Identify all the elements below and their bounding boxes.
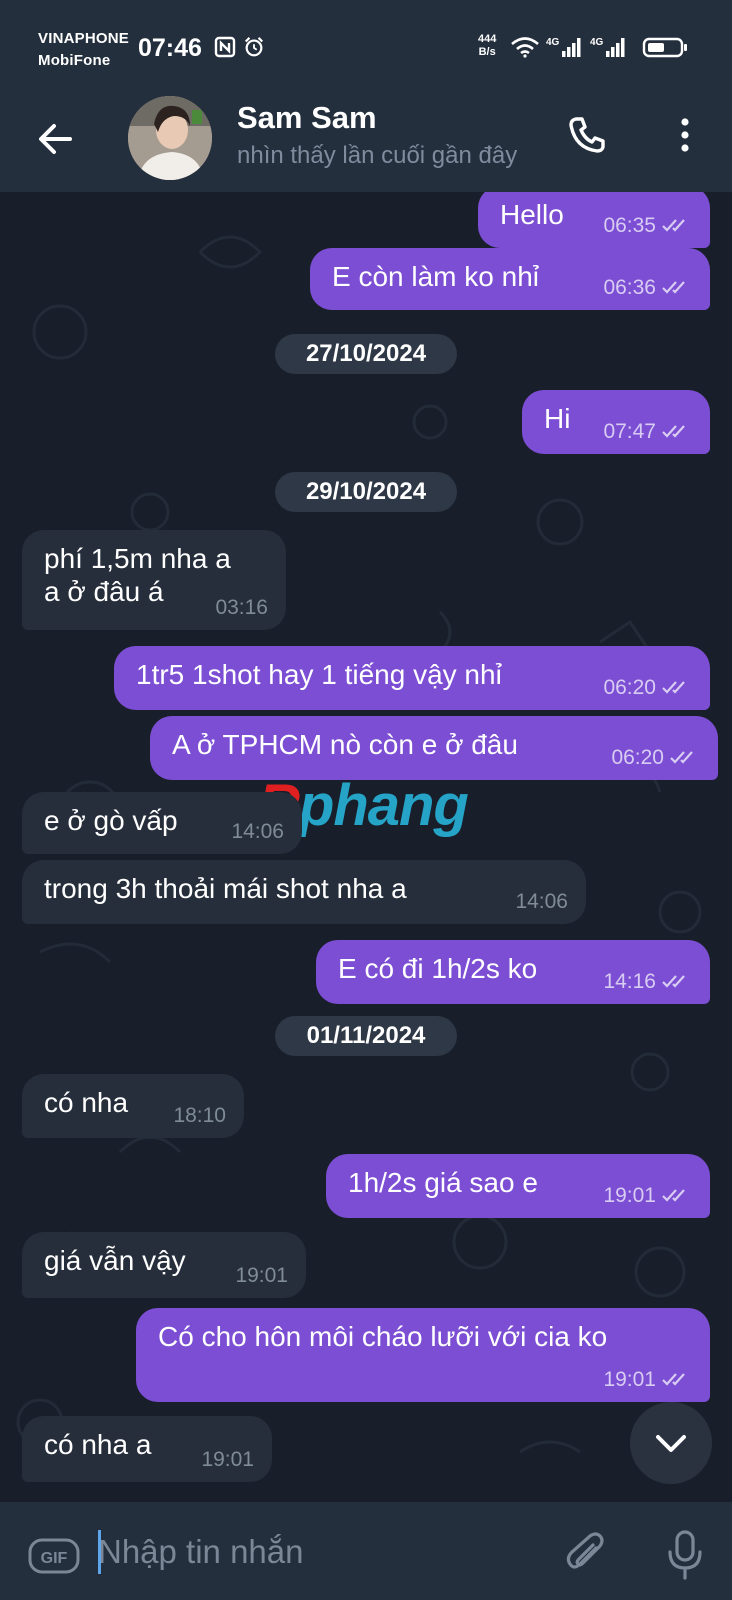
message-text: phí 1,5m nha a [44, 543, 231, 574]
incoming-message[interactable]: trong 3h thoải mái shot nha a 14:06 [22, 860, 586, 924]
message-time: 07:47 [603, 420, 656, 443]
message-text-line-2: a ở đâu á [44, 576, 164, 607]
message-list[interactable]: Hello 06:35 E còn làm ko nhỉ 06:36 27/10… [0, 192, 732, 1502]
message-time: 06:20 [611, 746, 664, 769]
phone-icon[interactable] [562, 110, 612, 160]
message-time: 06:35 [603, 214, 656, 237]
double-check-icon [662, 975, 685, 988]
message-time: 14:16 [603, 970, 656, 993]
double-check-icon [662, 219, 685, 232]
wifi-icon [511, 37, 539, 58]
double-check-icon [662, 425, 685, 438]
message-meta: 19:01 [603, 1368, 692, 1392]
back-arrow-icon[interactable] [30, 114, 80, 164]
message-meta: 06:36 [603, 276, 692, 300]
signal-4g-icon: 4G [590, 37, 625, 57]
outgoing-message[interactable]: Hello 06:35 [478, 192, 710, 248]
outgoing-message[interactable]: 1tr5 1shot hay 1 tiếng vậy nhỉ 06:20 [114, 646, 710, 710]
message-time: 19:01 [603, 1368, 656, 1391]
contact-last-seen: nhìn thấy lần cuối gần đây [237, 142, 518, 169]
avatar[interactable] [128, 96, 212, 180]
incoming-message[interactable]: có nha a 19:01 [22, 1416, 272, 1482]
message-meta: 06:20 [603, 676, 692, 700]
message-text: có nha a [44, 1429, 152, 1460]
message-text: trong 3h thoải mái shot nha a [44, 873, 407, 904]
message-text: có nha [44, 1087, 129, 1118]
message-meta: 07:47 [603, 420, 692, 444]
message-input[interactable] [98, 1522, 538, 1582]
double-check-icon [662, 1189, 685, 1202]
incoming-message[interactable]: e ở gò vấp 14:06 [22, 792, 302, 854]
message-text: E có đi 1h/2s ko [338, 953, 538, 984]
network-speed: 444 B/s [478, 33, 496, 59]
message-time: 19:01 [201, 1448, 254, 1471]
status-bar: VINAPHONE MobiFone 07:46 444 B/s 4G 4G [0, 0, 732, 92]
message-text: Hello [500, 199, 564, 230]
message-text: 1tr5 1shot hay 1 tiếng vậy nhỉ [136, 659, 502, 690]
microphone-icon[interactable] [660, 1528, 710, 1582]
gif-button[interactable]: GIF [28, 1536, 82, 1576]
message-composer: GIF [0, 1502, 732, 1600]
message-text: Hi [544, 403, 571, 434]
message-time: 19:01 [235, 1264, 288, 1287]
message-text: A ở TPHCM nò còn e ở đâu [172, 729, 518, 760]
message-meta: 06:35 [603, 214, 692, 238]
svg-text:4G: 4G [590, 37, 604, 48]
battery-icon [642, 37, 687, 58]
message-time: 06:20 [603, 676, 656, 699]
message-time: 19:01 [603, 1184, 656, 1207]
date-separator: 01/11/2024 [275, 1016, 457, 1056]
carrier-name-2: MobiFone [38, 52, 111, 69]
message-time: 06:36 [603, 276, 656, 299]
message-meta: 14:16 [603, 970, 692, 994]
message-time: 03:16 [215, 596, 268, 619]
more-vertical-icon[interactable] [660, 110, 710, 160]
incoming-message[interactable]: giá vẫn vậy 19:01 [22, 1232, 306, 1298]
chat-header: Sam Sam nhìn thấy lần cuối gần đây [0, 92, 732, 192]
nfc-icon [214, 36, 236, 58]
date-separator: 29/10/2024 [275, 472, 457, 512]
text-cursor [98, 1530, 101, 1574]
outgoing-message[interactable]: A ở TPHCM nò còn e ở đâu 06:20 [150, 716, 718, 780]
date-separator: 27/10/2024 [275, 334, 457, 374]
incoming-message[interactable]: phí 1,5m nha a a ở đâu á 03:16 [22, 530, 286, 630]
double-check-icon [662, 1373, 685, 1386]
message-meta: 06:20 [611, 746, 700, 770]
outgoing-message[interactable]: 1h/2s giá sao e 19:01 [326, 1154, 710, 1218]
message-time: 18:10 [173, 1104, 226, 1127]
network-speed-value: 444 [478, 33, 497, 45]
message-meta: 19:01 [603, 1184, 692, 1208]
message-text: Có cho hôn môi cháo lưỡi với cia ko [158, 1321, 608, 1352]
network-speed-unit: B/s [478, 46, 496, 58]
message-time: 14:06 [515, 890, 568, 913]
outgoing-message[interactable]: E có đi 1h/2s ko 14:16 [316, 940, 710, 1004]
incoming-message[interactable]: có nha 18:10 [22, 1074, 244, 1138]
svg-text:4G: 4G [546, 37, 560, 48]
double-check-icon [662, 681, 685, 694]
message-time: 14:06 [231, 820, 284, 843]
double-check-icon [670, 751, 693, 764]
signal-4g-icon: 4G [546, 37, 581, 57]
contact-name[interactable]: Sam Sam [237, 100, 377, 136]
double-check-icon [662, 281, 685, 294]
status-time: 07:46 [138, 34, 202, 62]
outgoing-message[interactable]: Hi 07:47 [522, 390, 710, 454]
svg-text:GIF: GIF [41, 1550, 68, 1567]
message-text: e ở gò vấp [44, 805, 178, 836]
message-text: E còn làm ko nhỉ [332, 261, 539, 292]
scroll-to-bottom-button[interactable] [630, 1402, 712, 1484]
alarm-icon [244, 37, 264, 57]
outgoing-message[interactable]: Có cho hôn môi cháo lưỡi với cia ko 19:0… [136, 1308, 710, 1402]
message-text: giá vẫn vậy [44, 1245, 186, 1276]
attach-icon[interactable] [562, 1530, 612, 1580]
carrier-name-1: VINAPHONE [38, 30, 129, 47]
message-text: 1h/2s giá sao e [348, 1167, 538, 1198]
outgoing-message[interactable]: E còn làm ko nhỉ 06:36 [310, 248, 710, 310]
